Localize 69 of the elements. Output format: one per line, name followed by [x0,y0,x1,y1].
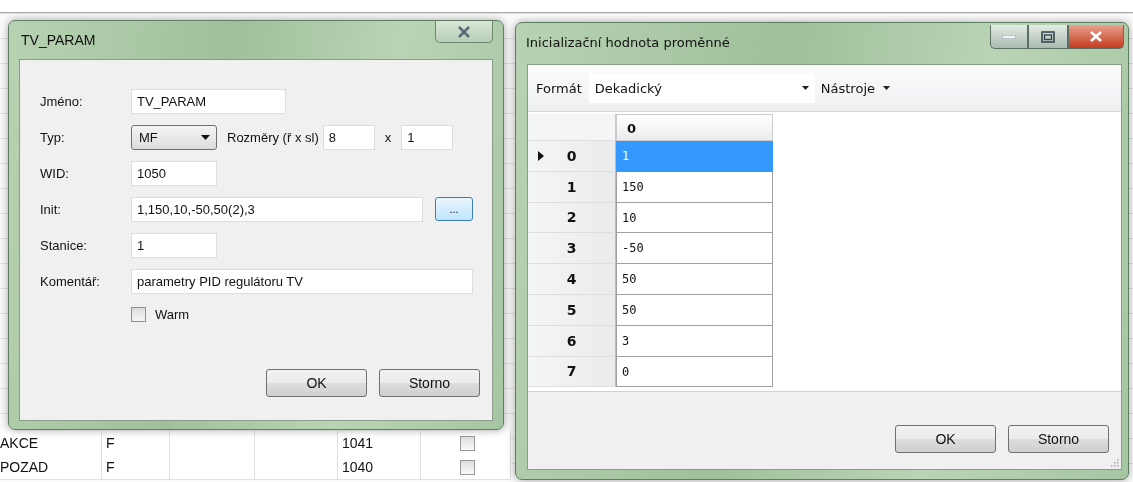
checkbox[interactable] [460,459,475,475]
row-index: 2 [566,209,577,226]
row-index: 7 [566,363,577,380]
checkbox-label: Warm [155,306,190,322]
grid-cell[interactable]: 10 [616,202,773,234]
init-field[interactable]: 1,150,10,-50,50(2),3 [131,196,423,222]
dialog-button[interactable]: OK [266,369,367,397]
field-label: Jméno: [40,93,84,109]
grid-cell[interactable]: -50 [616,233,773,265]
minimize-button[interactable] [990,25,1028,49]
grid-cell[interactable]: 0 [616,356,773,388]
close-button[interactable] [435,21,493,43]
columns-field[interactable]: 1 [401,124,454,150]
window-title: TV_PARAM [20,32,96,48]
dialog-button[interactable]: OK [895,425,996,453]
grid-cell[interactable]: 3 [616,325,773,357]
tools-menu[interactable]: Nástroje [818,80,892,96]
grid-cell[interactable]: 150 [616,171,773,203]
close-icon [457,25,471,38]
row-index: 5 [566,301,577,318]
dialog-button[interactable]: Storno [1008,425,1109,453]
row-index: 4 [566,271,577,288]
field-label: Typ: [40,129,66,145]
format-label: Formát [536,80,582,96]
field-label: WID: [40,165,70,181]
row-header[interactable]: 6 [528,325,616,357]
row-index: 3 [566,240,577,257]
table-cell: 1040 [338,455,421,479]
grid-cell[interactable]: 50 [616,264,773,295]
checkbox[interactable] [131,306,146,322]
close-button[interactable] [1068,25,1124,49]
field-label: Stanice: [40,237,88,253]
station-field[interactable]: 1 [131,232,217,258]
maximize-button[interactable] [1028,25,1068,49]
row-header[interactable]: 5 [528,295,616,326]
row-header[interactable]: 7 [528,356,616,388]
row-header[interactable]: 4 [528,264,616,295]
separator-label: x [384,129,392,145]
browse-button[interactable]: ... [435,197,473,221]
field-label: Komentář: [40,273,101,289]
row-header[interactable]: 3 [528,233,616,265]
rows-field[interactable]: 8 [322,124,375,150]
window-title: Inicializační hodnota proměnné [525,34,730,50]
minimize-icon [1002,34,1016,39]
field-label: Rozměry (ř x sl) [227,129,319,145]
field-label: Init: [40,201,62,217]
column-header: 0 [616,114,773,141]
row-index: 0 [566,147,577,164]
row-header[interactable]: 0 [528,141,616,172]
wid-field[interactable]: 1050 [131,160,217,186]
format-dropdown[interactable]: Dekadický [588,73,815,103]
caret-icon [201,134,210,140]
row-index: 6 [566,332,577,349]
type-dropdown[interactable]: MF [131,124,217,150]
resize-grip-icon [1110,458,1119,467]
grid-cell[interactable]: 50 [616,295,773,326]
restore-icon [1041,30,1055,43]
row-index: 1 [566,178,577,195]
name-field[interactable]: TV_PARAM [131,88,286,114]
comment-field[interactable]: parametry PID regulátoru TV [131,268,473,294]
caret-icon [801,86,809,90]
close-icon [1089,31,1103,42]
caret-icon [883,86,890,90]
checkbox[interactable] [460,435,475,451]
table-cell: F [102,455,170,479]
table-cell: POZAD [0,455,102,479]
dialog-button[interactable]: Storno [379,369,480,397]
row-header[interactable]: 1 [528,171,616,203]
row-header[interactable]: 2 [528,202,616,234]
